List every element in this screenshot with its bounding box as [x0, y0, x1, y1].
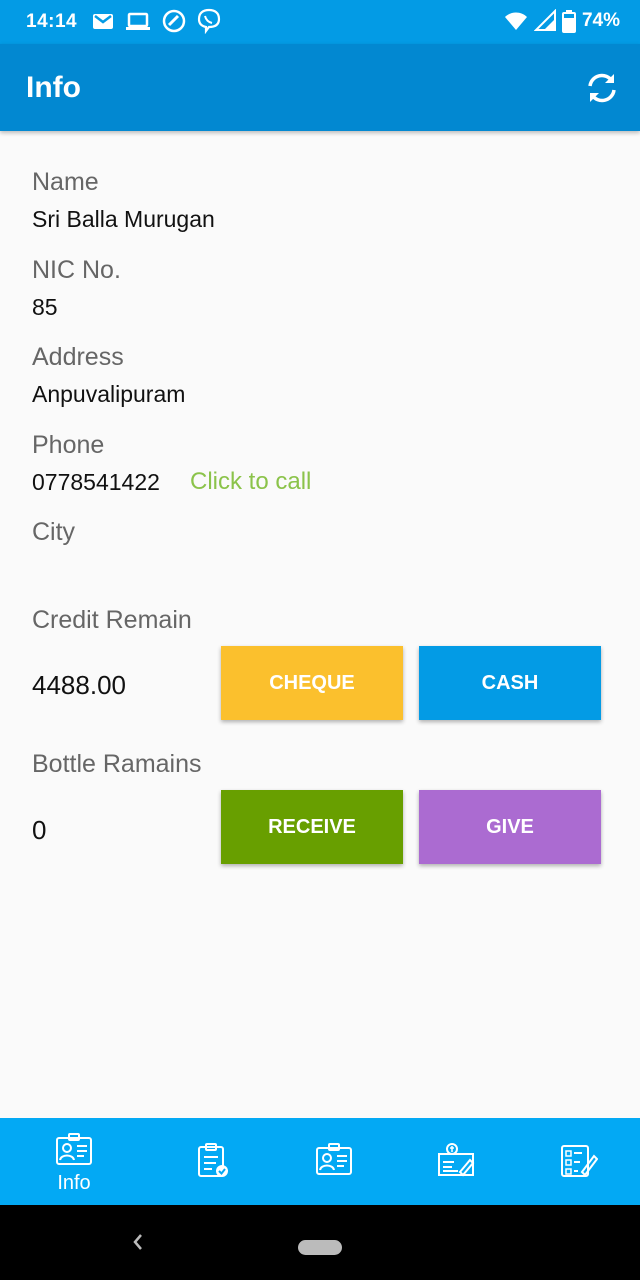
- nav-item-info[interactable]: Info: [10, 1118, 138, 1205]
- nav-item-payments[interactable]: [392, 1118, 520, 1205]
- city-label: City: [32, 518, 76, 546]
- receive-button[interactable]: RECEIVE: [221, 790, 403, 864]
- nic-value: 85: [32, 294, 58, 320]
- battery-percent: 74%: [581, 10, 620, 31]
- signal-icon: [533, 9, 556, 31]
- id-card-icon: [316, 1143, 352, 1175]
- status-time: 14:14: [26, 11, 78, 32]
- viber-icon: [197, 8, 221, 34]
- page-title: Info: [26, 71, 81, 104]
- system-navigation-bar: [0, 1205, 640, 1280]
- nav-item-checklist[interactable]: [514, 1118, 640, 1205]
- nav-item-orders[interactable]: [148, 1118, 276, 1205]
- info-content: Name Sri Balla Murugan NIC No. 85 Addres…: [0, 131, 640, 1118]
- refresh-icon[interactable]: [584, 70, 620, 106]
- wifi-icon: [504, 12, 527, 30]
- bottom-navigation: Info: [0, 1118, 640, 1205]
- bottle-remains-label: Bottle Ramains: [32, 750, 202, 778]
- laptop-icon: [126, 12, 150, 30]
- back-icon[interactable]: [128, 1229, 148, 1255]
- cheque-button[interactable]: CHEQUE: [221, 646, 403, 720]
- status-bar: 14:14 74%: [0, 0, 640, 44]
- phone-label: Phone: [32, 431, 105, 459]
- name-label: Name: [32, 168, 99, 196]
- click-to-call-link[interactable]: Click to call: [190, 468, 311, 496]
- name-value: Sri Balla Murugan: [32, 206, 215, 232]
- app-bar: Info: [0, 44, 640, 131]
- nic-label: NIC No.: [32, 256, 121, 284]
- system-status-icons: 74%: [504, 9, 620, 33]
- nav-item-customer[interactable]: [270, 1118, 398, 1205]
- payment-document-icon: [438, 1143, 475, 1177]
- bottle-remains-value: 0: [32, 815, 47, 845]
- nav-label-info: Info: [57, 1172, 91, 1194]
- cash-button[interactable]: CASH: [419, 646, 601, 720]
- gmail-icon: [93, 14, 113, 29]
- credit-remain-label: Credit Remain: [32, 606, 192, 634]
- address-label: Address: [32, 343, 124, 371]
- vpn-icon: [162, 9, 186, 33]
- clipboard-check-icon: [198, 1143, 228, 1177]
- contact-card-icon: [56, 1133, 92, 1165]
- phone-value: 0778541422: [32, 469, 160, 495]
- give-button[interactable]: GIVE: [419, 790, 601, 864]
- checklist-edit-icon: [561, 1145, 598, 1177]
- battery-icon: [561, 10, 576, 33]
- notification-icons: [92, 8, 221, 34]
- address-value: Anpuvalipuram: [32, 381, 186, 407]
- credit-remain-value: 4488.00: [32, 670, 126, 700]
- home-pill[interactable]: [298, 1240, 342, 1255]
